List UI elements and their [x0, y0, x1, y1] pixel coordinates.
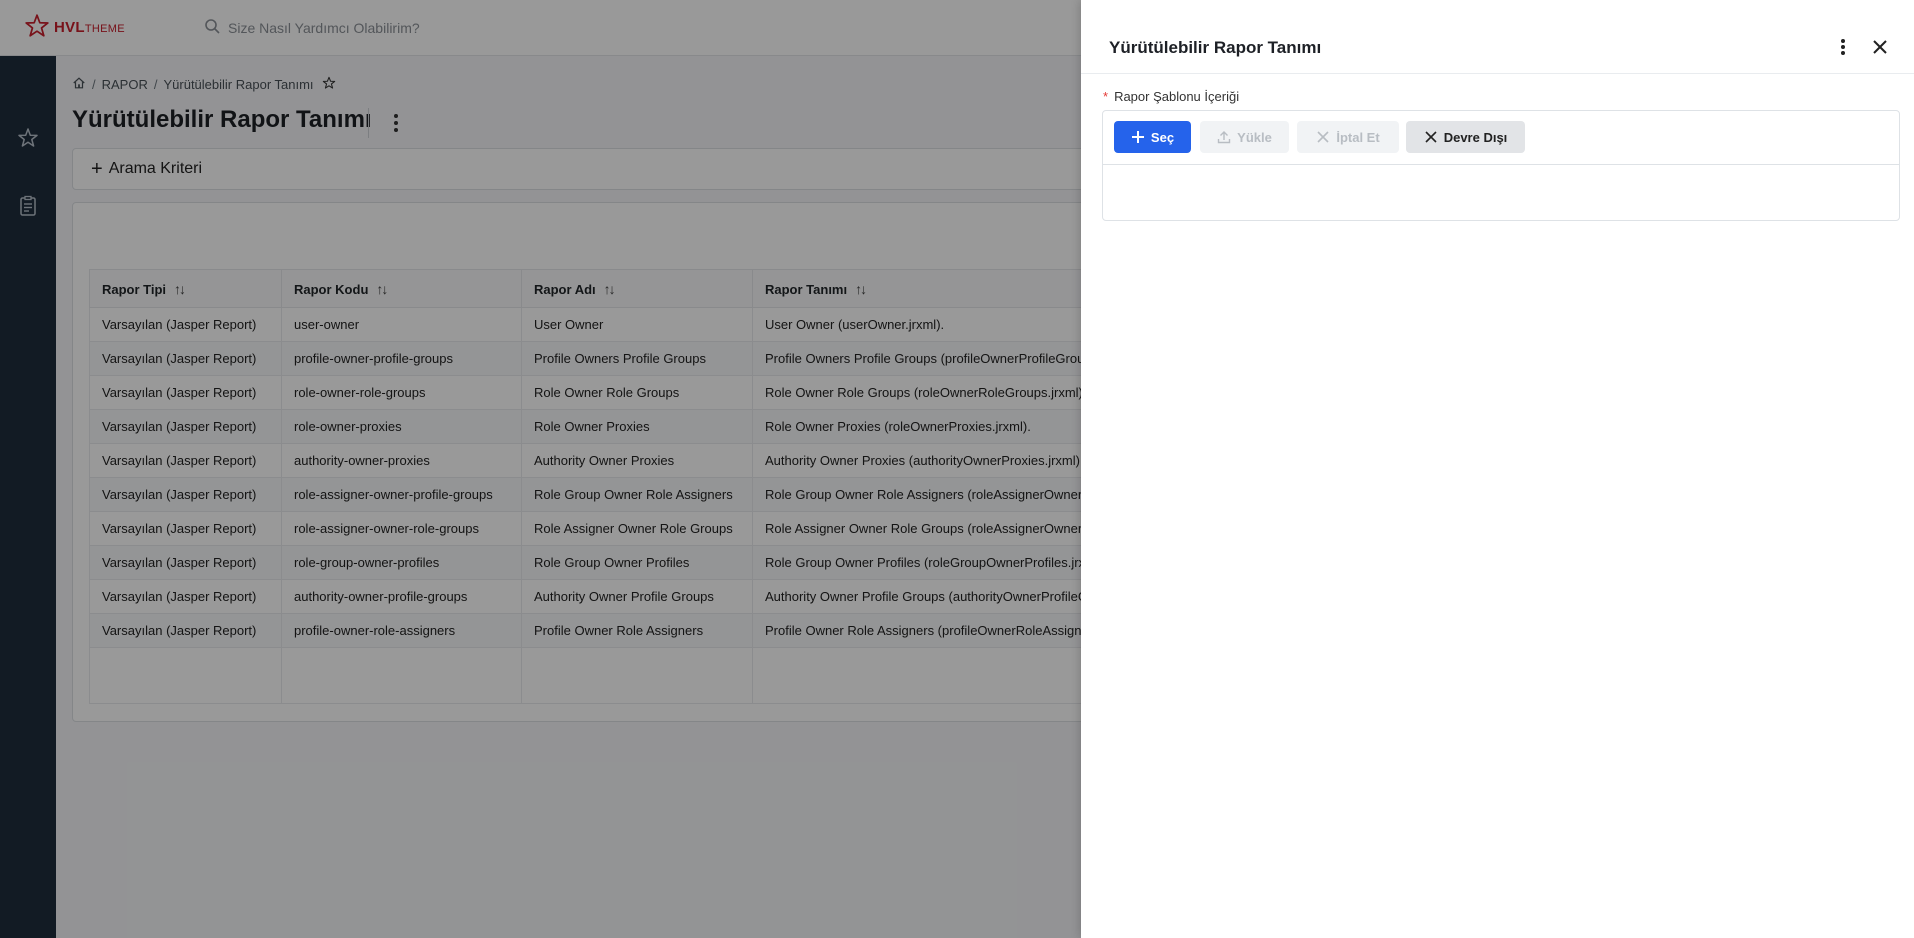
template-content-label: * Rapor Şablonu İçeriği	[1103, 89, 1240, 104]
plus-icon	[1131, 131, 1144, 143]
file-upload: Seç Yükle İptal Et Devre Dışı	[1102, 110, 1900, 221]
cancel-upload-button[interactable]: İptal Et	[1297, 121, 1399, 153]
required-asterisk: *	[1103, 89, 1109, 104]
drawer-more-menu-icon[interactable]	[1835, 36, 1851, 58]
drawer-title: Yürütülebilir Rapor Tanımı	[1109, 38, 1322, 57]
close-icon[interactable]	[1869, 36, 1891, 58]
close-icon	[1425, 131, 1437, 143]
upload-toolbar: Seç Yükle İptal Et Devre Dışı	[1103, 111, 1899, 165]
upload-icon	[1217, 131, 1231, 144]
report-definition-drawer: Yürütülebilir Rapor Tanımı * Rapor Şablon…	[1081, 0, 1914, 938]
disable-button[interactable]: Devre Dışı	[1406, 121, 1525, 153]
upload-button[interactable]: Yükle	[1200, 121, 1289, 153]
select-file-button[interactable]: Seç	[1114, 121, 1191, 153]
drawer-header: Yürütülebilir Rapor Tanımı	[1081, 0, 1914, 74]
close-icon	[1317, 131, 1329, 143]
